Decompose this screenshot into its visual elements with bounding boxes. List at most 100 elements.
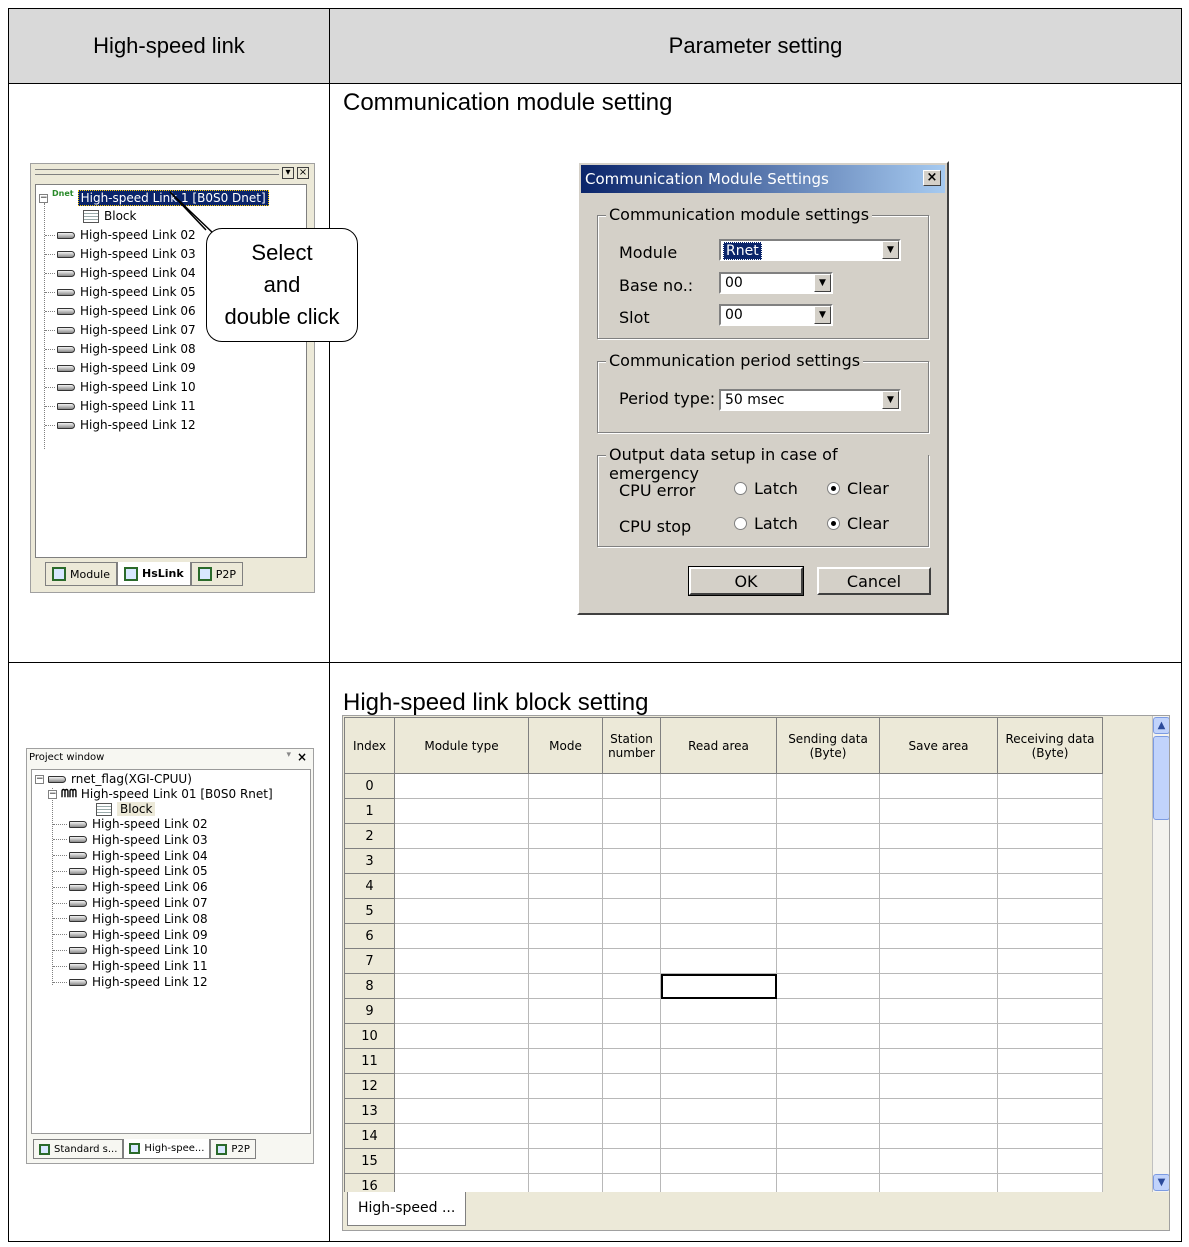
grid-cell[interactable] (997, 998, 1103, 1024)
row-index[interactable]: 7 (344, 948, 395, 974)
tab-high-speed[interactable]: High-spee... (123, 1139, 211, 1159)
cpu-error-latch-radio[interactable]: Latch (734, 479, 798, 498)
cpu-stop-latch-radio[interactable]: Latch (734, 514, 798, 533)
grid-cell[interactable] (394, 773, 529, 799)
row-index[interactable]: 4 (344, 873, 395, 899)
tree-item-link[interactable]: High-speed Link 10 (45, 380, 196, 394)
grid-cell[interactable] (776, 1123, 880, 1149)
cancel-button[interactable]: Cancel (817, 567, 931, 595)
row-index[interactable]: 12 (344, 1073, 395, 1099)
grid-cell[interactable] (660, 798, 777, 824)
tree-item-link[interactable]: High-speed Link 04 (45, 266, 196, 280)
grid-cell[interactable] (776, 923, 880, 949)
grid-cell[interactable] (660, 998, 777, 1024)
row-index[interactable]: 13 (344, 1098, 395, 1124)
grid-cell[interactable] (879, 973, 998, 999)
grid-cell[interactable] (660, 948, 777, 974)
grid-cell[interactable] (528, 1048, 603, 1074)
grid-cell[interactable] (879, 923, 998, 949)
grid-cell[interactable] (394, 1098, 529, 1124)
grid-cell[interactable] (660, 1123, 777, 1149)
base-select[interactable]: 00 ▼ (719, 272, 833, 294)
grid-cell[interactable] (528, 1023, 603, 1049)
grid-cell[interactable] (602, 873, 661, 899)
row-index[interactable]: 6 (344, 923, 395, 949)
grid-cell[interactable] (776, 998, 880, 1024)
grid-cell[interactable] (776, 1023, 880, 1049)
grid-cell[interactable] (602, 998, 661, 1024)
grid-cell[interactable] (879, 898, 998, 924)
row-index[interactable]: 8 (344, 973, 395, 999)
column-header[interactable]: Mode (528, 717, 603, 774)
scroll-up-icon[interactable]: ▲ (1153, 717, 1169, 734)
grid-cell[interactable] (394, 798, 529, 824)
grid-cell[interactable] (879, 1023, 998, 1049)
grid-cell[interactable] (528, 948, 603, 974)
dropdown-icon[interactable]: ▾ (282, 167, 294, 179)
grid-cell[interactable] (776, 798, 880, 824)
column-header[interactable]: Receiving data (Byte) (997, 717, 1103, 774)
tab-hslink[interactable]: HsLink (117, 562, 191, 586)
grid-cell[interactable] (997, 1073, 1103, 1099)
grid-cell[interactable] (602, 923, 661, 949)
grid-cell[interactable] (997, 1123, 1103, 1149)
grid-cell[interactable] (602, 898, 661, 924)
tab-standard[interactable]: Standard s... (33, 1139, 124, 1159)
grid-cell[interactable] (394, 848, 529, 874)
row-index[interactable]: 10 (344, 1023, 395, 1049)
grid-cell[interactable] (602, 973, 661, 999)
tree-item-link[interactable]: High-speed Link 07 (53, 896, 208, 910)
grid-cell[interactable] (879, 998, 998, 1024)
grid-cell[interactable] (602, 1073, 661, 1099)
grid-cell[interactable] (879, 798, 998, 824)
grid-cell[interactable] (879, 773, 998, 799)
grid-cell[interactable] (394, 1023, 529, 1049)
grid-cell[interactable] (602, 948, 661, 974)
tree-item-link[interactable]: High-speed Link 09 (53, 928, 208, 942)
column-header[interactable]: Station number (602, 717, 661, 774)
grid-cell[interactable] (997, 1023, 1103, 1049)
grid-cell[interactable] (997, 848, 1103, 874)
column-header[interactable]: Sending data (Byte) (776, 717, 880, 774)
tree-item-link[interactable]: High-speed Link 12 (53, 975, 208, 989)
grid-cell[interactable] (528, 1148, 603, 1174)
grid-cell[interactable] (660, 873, 777, 899)
grid-cell[interactable] (394, 1148, 529, 1174)
grid-cell[interactable] (879, 1048, 998, 1074)
row-index[interactable]: 2 (344, 823, 395, 849)
row-index[interactable]: 15 (344, 1148, 395, 1174)
grid-cell[interactable] (776, 973, 880, 999)
column-header[interactable]: Module type (394, 717, 529, 774)
slot-select[interactable]: 00 ▼ (719, 304, 833, 326)
collapse-icon[interactable]: − (35, 774, 44, 784)
period-select[interactable]: 50 msec ▼ (719, 389, 901, 411)
grid-cell[interactable] (528, 998, 603, 1024)
grid-cell[interactable] (394, 923, 529, 949)
ok-button[interactable]: OK (688, 566, 804, 596)
tab-p2p[interactable]: P2P (190, 562, 243, 586)
grid-cell[interactable] (879, 1073, 998, 1099)
grid-cell[interactable] (602, 823, 661, 849)
row-index[interactable]: 11 (344, 1048, 395, 1074)
grid-cell[interactable] (660, 923, 777, 949)
tree-item-link[interactable]: High-speed Link 08 (53, 912, 208, 926)
grid-cell[interactable] (660, 1023, 777, 1049)
grid-cell[interactable] (776, 1073, 880, 1099)
close-icon[interactable]: × (297, 167, 309, 179)
tree-item-block[interactable]: Block (96, 802, 156, 816)
grid-cell[interactable] (660, 848, 777, 874)
column-header[interactable]: Index (344, 717, 395, 774)
grid-cell[interactable] (776, 948, 880, 974)
cpu-stop-clear-radio[interactable]: Clear (827, 514, 889, 533)
grid-cell[interactable] (602, 1148, 661, 1174)
tree-item-link[interactable]: High-speed Link 09 (45, 361, 196, 375)
grid-cell[interactable] (776, 1148, 880, 1174)
tree-item-link[interactable]: High-speed Link 06 (53, 880, 208, 894)
column-header[interactable]: Save area (879, 717, 998, 774)
grid-cell[interactable] (602, 1048, 661, 1074)
tree-item-link[interactable]: High-speed Link 06 (45, 304, 196, 318)
tab-module[interactable]: Module (45, 562, 117, 586)
chevron-down-icon[interactable]: ▼ (882, 241, 899, 259)
grid-cell[interactable] (394, 1048, 529, 1074)
tab-p2p[interactable]: P2P (210, 1139, 256, 1159)
